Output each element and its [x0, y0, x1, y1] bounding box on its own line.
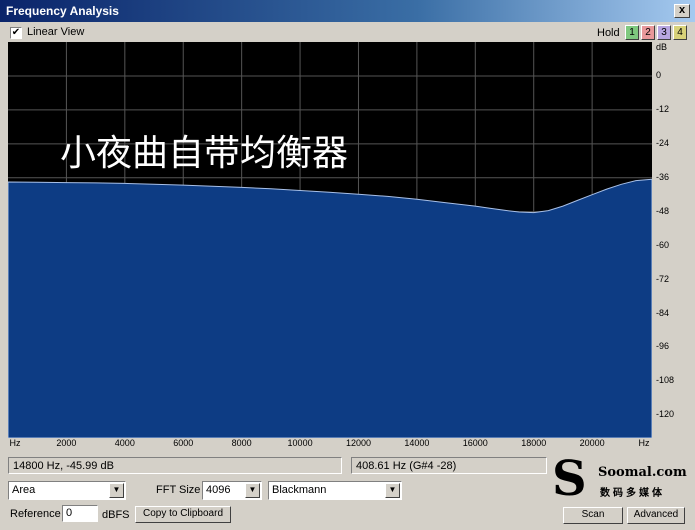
db-tick-label: -96	[656, 341, 670, 352]
hold-button-4[interactable]: 4	[673, 25, 687, 40]
soomal-logo-mark: S	[552, 451, 587, 507]
spectrum-area-series	[7, 178, 653, 439]
db-tick-label: -60	[656, 239, 670, 250]
db-axis-unit: dB	[656, 42, 668, 52]
linear-view-label[interactable]: Linear View	[27, 26, 84, 38]
reference-unit: dBFS	[102, 509, 130, 521]
hz-tick-label: 18000	[521, 438, 547, 448]
hz-tick-label: 14000	[404, 438, 430, 448]
close-button[interactable]: x	[674, 4, 690, 18]
db-tick-label: -120	[656, 409, 675, 420]
chevron-down-icon[interactable]: ▼	[245, 483, 260, 498]
overlay-caption: 小夜曲自带均衡器	[60, 133, 349, 174]
peak-readout: 408.61 Hz (G#4 -28)	[351, 457, 547, 474]
window-function-value: Blackmann	[272, 484, 327, 496]
db-axis: dB 0 -12 -24 -36 -48 -60 -72 -84 -96 -108 -120	[652, 42, 695, 442]
hold-button-1[interactable]: 1	[625, 25, 639, 40]
hz-tick-label: 4000	[114, 438, 135, 448]
hz-tick-label: 8000	[231, 438, 252, 448]
window-title: Frequency Analysis	[6, 4, 119, 18]
db-tick-label: -36	[656, 171, 670, 182]
hold-button-2[interactable]: 2	[641, 25, 655, 40]
cursor-readout: 14800 Hz, -45.99 dB	[8, 457, 342, 474]
db-tick-label: 0	[656, 69, 662, 80]
db-tick-label: -24	[656, 137, 670, 148]
hz-tick-label: 16000	[462, 438, 488, 448]
hz-axis-unit-left: Hz	[9, 438, 21, 448]
display-mode-select[interactable]: Area ▼	[8, 481, 126, 500]
chevron-down-icon[interactable]: ▼	[109, 483, 124, 498]
hz-axis: Hz 2000 4000 6000 8000 10000 12000 14000 16000 18…	[8, 438, 652, 452]
hz-tick-label: 12000	[345, 438, 371, 448]
reference-input[interactable]: 0	[62, 505, 98, 522]
advanced-button[interactable]: Advanced	[627, 507, 685, 524]
hz-tick-label: 2000	[56, 438, 77, 448]
reference-label: Reference	[10, 508, 61, 520]
db-tick-label: -108	[656, 375, 675, 386]
hz-axis-unit-right: Hz	[638, 438, 650, 448]
window-function-select[interactable]: Blackmann ▼	[268, 481, 402, 500]
soomal-logo-subtitle: 数码多媒体	[600, 488, 665, 499]
scan-button[interactable]: Scan	[563, 507, 623, 524]
hz-tick-label: 6000	[173, 438, 194, 448]
linear-view-checkbox[interactable]: ✔	[10, 27, 22, 39]
soomal-logo-name: Soomal.com	[598, 465, 687, 480]
db-tick-label: -72	[656, 273, 670, 284]
hz-tick-label: 20000	[579, 438, 605, 448]
fft-size-value: 4096	[206, 484, 231, 496]
chevron-down-icon[interactable]: ▼	[385, 483, 400, 498]
db-tick-label: -12	[656, 103, 670, 114]
spectrum-plot[interactable]: 小夜曲自带均衡器	[7, 42, 653, 452]
fft-size-label: FFT Size	[156, 484, 201, 496]
display-mode-value: Area	[12, 484, 36, 496]
spectrum-svg	[7, 42, 653, 452]
window-title-bar: Frequency Analysis x	[0, 0, 695, 22]
fft-size-select[interactable]: 4096 ▼	[202, 481, 262, 500]
db-tick-label: -48	[656, 205, 670, 216]
db-tick-label: -84	[656, 307, 670, 318]
hold-button-3[interactable]: 3	[657, 25, 671, 40]
copy-to-clipboard-button[interactable]: Copy to Clipboard	[135, 506, 231, 523]
hold-label: Hold	[597, 27, 620, 39]
hz-tick-label: 10000	[287, 438, 313, 448]
